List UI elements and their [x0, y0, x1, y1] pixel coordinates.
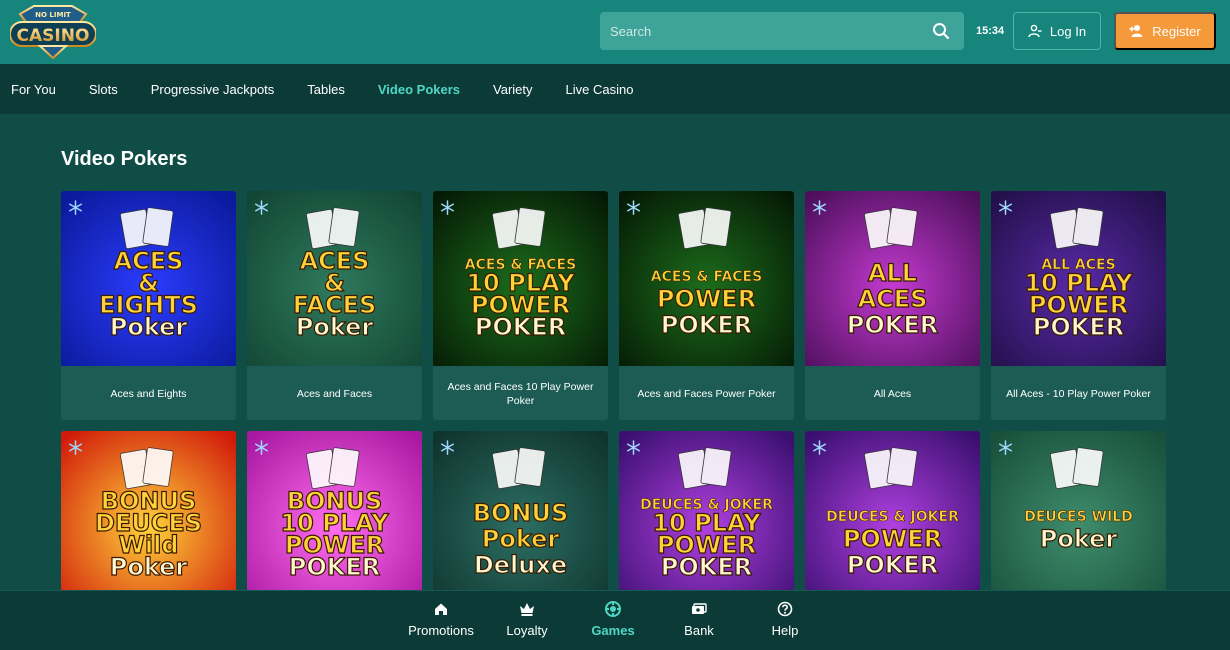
game-card[interactable]: ACES & FACES Poker Aces and Faces — [247, 191, 422, 420]
snowflake-icon — [813, 440, 826, 455]
money-icon — [692, 603, 707, 614]
game-title: All Aces — [873, 387, 912, 400]
game-card[interactable]: ALL ACES 10 PLAY POWER POKER All Aces - 10 P… — [991, 191, 1166, 420]
login-button[interactable]: Log In — [1013, 12, 1101, 50]
search-bar — [600, 12, 964, 50]
nav-item-for-you[interactable]: For You — [11, 82, 56, 97]
game-art-text: POKER — [475, 313, 566, 341]
game-art-text: Deluxe — [474, 551, 567, 579]
register-label: Register — [1152, 23, 1201, 39]
game-title: Aces and Faces Power Poker — [637, 387, 776, 400]
nav-item-tables[interactable]: Tables — [307, 82, 345, 97]
game-art-text: Poker — [1040, 525, 1118, 553]
snowflake-icon — [255, 440, 268, 455]
nav-item-live-casino[interactable]: Live Casino — [566, 82, 634, 97]
search-input[interactable] — [600, 12, 920, 50]
bottom-nav-label: Loyalty — [506, 623, 548, 638]
snowflake-icon — [69, 200, 82, 215]
logo-text: CASINO — [17, 26, 90, 46]
nav-item-video-pokers[interactable]: Video Pokers — [378, 82, 460, 97]
game-card[interactable]: ACES & FACES POWER POKER Aces and Faces Pow… — [619, 191, 794, 420]
game-thumbnail: DEUCES & JOKERPOWERPOKER — [805, 431, 980, 606]
help-icon — [777, 601, 793, 617]
bottom-nav-label: Bank — [684, 623, 714, 638]
snowflake-icon — [627, 200, 640, 215]
game-art-text: POKER — [289, 553, 380, 581]
game-art-text: DEUCES & JOKER — [826, 509, 959, 525]
snowflake-icon — [69, 440, 82, 455]
bottom-nav-label: Games — [591, 623, 635, 638]
game-art-text: ACES & FACES — [651, 269, 762, 285]
game-thumbnail: ALLACESPOKER — [805, 191, 980, 366]
category-nav: For You Slots Progressive Jackpots Table… — [0, 64, 1230, 114]
game-art-text: BONUS — [473, 499, 569, 527]
snowflake-icon — [813, 200, 826, 215]
game-title: All Aces - 10 Play Power Poker — [1006, 387, 1151, 400]
snowflake-icon — [627, 440, 640, 455]
home-icon — [435, 603, 447, 615]
game-thumbnail: BONUSPokerDeluxe — [433, 431, 608, 606]
game-card[interactable]: ACES & FACES 10 PLAY POWER POKER Aces and Fa… — [433, 191, 608, 420]
game-thumbnail: ACES & FACESPOWERPOKER — [619, 191, 794, 366]
snowflake-icon — [255, 200, 268, 215]
snowflake-icon — [441, 200, 454, 215]
game-thumbnail: ALL ACES10 PLAYPOWERPOKER — [991, 191, 1166, 366]
snowflake-icon — [999, 440, 1012, 455]
user-plus-icon — [1129, 25, 1143, 37]
game-art-text: POKER — [661, 553, 752, 581]
game-thumbnail: DEUCES WILDPoker — [991, 431, 1166, 606]
game-title: Aces and Faces 10 Play Power Poker — [447, 380, 594, 407]
logo-sub: NO LIMIT — [35, 11, 71, 19]
snowflake-icon — [999, 200, 1012, 215]
search-icon[interactable] — [932, 22, 950, 40]
bottom-nav-games[interactable]: Games — [568, 601, 658, 638]
nav-item-slots[interactable]: Slots — [89, 82, 118, 97]
game-art-text: DEUCES WILD — [1024, 509, 1133, 525]
bottom-nav-help[interactable]: Help — [740, 601, 830, 638]
nav-item-progressive-jackpots[interactable]: Progressive Jackpots — [151, 82, 275, 97]
snowflake-icon — [441, 440, 454, 455]
user-key-icon — [1028, 24, 1042, 38]
crown-icon — [520, 603, 534, 616]
game-art-text: POKER — [847, 551, 938, 579]
nav-item-variety[interactable]: Variety — [493, 82, 533, 97]
game-thumbnail: DEUCES & JOKER10 PLAYPOWERPOKER — [619, 431, 794, 606]
bottom-nav-promotions[interactable]: Promotions — [396, 601, 486, 638]
game-title: Aces and Faces — [296, 387, 373, 400]
game-thumbnail: BONUSDEUCESWildPoker — [61, 431, 236, 606]
bottom-nav-label: Promotions — [408, 623, 474, 638]
game-art-text: POWER — [657, 285, 756, 313]
game-art-text: Poker — [110, 553, 188, 581]
login-label: Log In — [1049, 23, 1087, 39]
section-title: Video Pokers — [61, 148, 188, 170]
game-art-text: Poker — [110, 313, 188, 341]
game-art-text: ACES — [858, 285, 928, 313]
game-card[interactable]: ALL ACES POKER All Aces — [805, 191, 980, 420]
register-button[interactable]: Register — [1114, 12, 1216, 50]
header: NO LIMIT CASINO 15:34 Log In Register — [0, 0, 1230, 64]
clock: 15:34 — [976, 25, 1005, 37]
game-art-text: POKER — [661, 311, 752, 339]
game-thumbnail: ACES&EIGHTSPoker — [61, 191, 236, 366]
game-thumbnail: ACES&FACESPoker — [247, 191, 422, 366]
bottom-nav-bank[interactable]: Bank — [654, 601, 744, 638]
bottom-nav-label: Help — [771, 623, 799, 638]
game-title: Aces and Eights — [110, 387, 187, 400]
game-art-text: Poker — [482, 525, 560, 553]
game-art-text: ALL — [868, 259, 917, 287]
bottom-nav-loyalty[interactable]: Loyalty — [482, 601, 572, 638]
bottom-nav: Promotions Loyalty Games Bank Help — [0, 590, 1230, 650]
game-thumbnail: ACES & FACES10 PLAYPOWERPOKER — [433, 191, 608, 366]
game-art-text: Poker — [296, 313, 374, 341]
game-card[interactable]: ACES & EIGHTS Poker Aces and Eights — [61, 191, 236, 420]
game-art-text: POKER — [1033, 313, 1124, 341]
game-art-text: POWER — [843, 525, 942, 553]
game-thumbnail: BONUS10 PLAYPOWERPOKER — [247, 431, 422, 606]
casino-logo[interactable]: NO LIMIT CASINO — [10, 4, 96, 60]
game-art-text: POKER — [847, 311, 938, 339]
chip-icon — [605, 601, 621, 617]
